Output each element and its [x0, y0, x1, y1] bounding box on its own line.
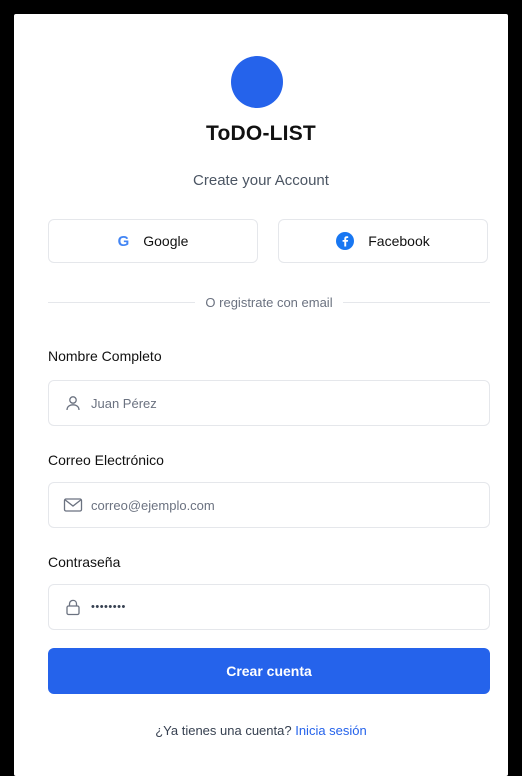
lock-icon	[63, 597, 83, 617]
login-prompt: ¿Ya tienes una cuenta? Inicia sesión	[14, 723, 508, 738]
name-field[interactable]	[48, 380, 490, 426]
password-input[interactable]: ••••••••	[91, 601, 126, 613]
user-icon	[63, 393, 83, 413]
mail-icon	[63, 495, 83, 515]
google-signup-button[interactable]: G Google	[48, 219, 258, 263]
register-card: ToDO-LIST Create your Account G Google F…	[14, 14, 508, 776]
name-input[interactable]	[91, 381, 489, 425]
name-label: Nombre Completo	[48, 348, 162, 364]
facebook-button-label: Facebook	[368, 233, 430, 249]
password-field[interactable]: ••••••••	[48, 584, 490, 630]
email-label: Correo Electrónico	[48, 452, 164, 468]
login-question: ¿Ya tienes una cuenta?	[155, 723, 292, 738]
create-account-button[interactable]: Crear cuenta	[48, 648, 490, 694]
email-divider: O registrate con email	[48, 292, 491, 312]
email-field[interactable]	[48, 482, 490, 528]
divider-line-left	[48, 301, 196, 303]
email-input[interactable]	[91, 483, 489, 527]
page-subtitle: Create your Account	[193, 172, 329, 189]
divider-line-right	[342, 301, 491, 303]
google-button-label: Google	[143, 233, 189, 249]
login-link[interactable]: Inicia sesión	[295, 723, 367, 738]
divider-text: O registrate con email	[205, 294, 333, 310]
google-icon: G	[117, 232, 130, 250]
facebook-icon	[336, 232, 355, 250]
password-label: Contraseña	[48, 554, 121, 570]
facebook-signup-button[interactable]: Facebook	[278, 219, 488, 263]
logo-circle-icon	[231, 56, 283, 108]
app-title: ToDO-LIST	[206, 122, 316, 145]
